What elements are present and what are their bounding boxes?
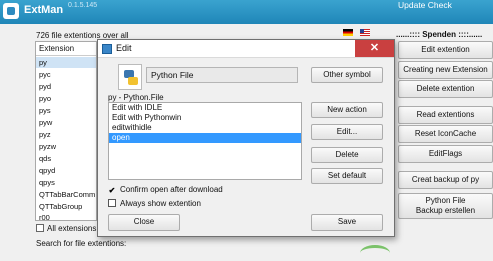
all-extensions-checkbox[interactable]: All extensions c xyxy=(36,224,103,233)
checkbox-box[interactable] xyxy=(36,224,44,232)
action-item-selected[interactable]: open xyxy=(109,133,301,143)
list-item[interactable]: pyz xyxy=(36,129,96,140)
checkmark-icon[interactable]: ✔ xyxy=(108,187,116,195)
list-item[interactable]: pyo xyxy=(36,93,96,104)
list-item[interactable]: py xyxy=(36,57,96,68)
actions-list[interactable]: Edit with IDLE Edit with Pythonwin editw… xyxy=(108,102,302,180)
save-button[interactable]: Save xyxy=(311,214,383,231)
extension-list[interactable]: Extension py pyc pyd pyo pys pyw pyz pyz… xyxy=(35,41,97,221)
new-action-button[interactable]: New action xyxy=(311,102,383,118)
list-item[interactable]: QTTabGroup xyxy=(36,201,96,212)
list-item[interactable]: pyw xyxy=(36,117,96,128)
dialog-title-bar: Edit ✕ xyxy=(98,40,394,58)
always-show-checkbox[interactable]: Always show extention xyxy=(108,199,201,208)
edit-dialog: Edit ✕ Python File Other symbol py - Pyt… xyxy=(97,39,395,237)
close-icon[interactable]: ✕ xyxy=(355,40,394,57)
list-item[interactable]: pyc xyxy=(36,69,96,80)
action-item[interactable]: Edit with Pythonwin xyxy=(109,113,301,123)
all-extensions-label: All extensions c xyxy=(47,224,103,233)
confirm-open-label: Confirm open after download xyxy=(120,185,223,194)
column-header-extension[interactable]: Extension xyxy=(36,42,96,56)
python-file-icon xyxy=(118,64,142,90)
list-item[interactable]: QTTabBarComm xyxy=(36,189,96,200)
donate-label[interactable]: ......:::: Spenden ::::...... xyxy=(396,30,493,39)
create-backup-button[interactable]: Creat backup of py xyxy=(398,171,493,189)
decorative-green-arc xyxy=(360,245,390,261)
create-extension-button[interactable]: Creating new Extension xyxy=(398,61,493,79)
delete-action-button[interactable]: Delete xyxy=(311,147,383,163)
action-item[interactable]: editwithidle xyxy=(109,123,301,133)
backup-erstellen-button[interactable]: Python File Backup erstellen xyxy=(398,193,493,219)
search-label: Search for file extentions: xyxy=(36,239,127,248)
list-item[interactable]: qds xyxy=(36,153,96,164)
list-item[interactable]: pys xyxy=(36,105,96,116)
list-item[interactable]: qpys xyxy=(36,177,96,188)
action-item[interactable]: Edit with IDLE xyxy=(109,103,301,113)
app-logo-icon xyxy=(3,3,19,19)
backup-line-2: Backup erstellen xyxy=(415,206,476,215)
edit-extention-button[interactable]: Edit extention xyxy=(398,41,493,59)
list-item[interactable]: pyd xyxy=(36,81,96,92)
file-type-name-field[interactable]: Python File xyxy=(146,67,298,83)
always-show-label: Always show extention xyxy=(120,199,201,208)
association-label: py - Python.File xyxy=(108,93,164,102)
us-flag-icon[interactable] xyxy=(360,29,370,36)
reset-iconcache-button[interactable]: Reset IconCache xyxy=(398,125,493,143)
set-default-button[interactable]: Set default xyxy=(311,168,383,184)
checkbox-box[interactable] xyxy=(108,199,116,207)
window-icon xyxy=(102,44,112,54)
list-item[interactable]: pyzw xyxy=(36,141,96,152)
editflags-button[interactable]: EditFlags xyxy=(398,145,493,163)
backup-line-1: Python File xyxy=(425,196,466,205)
close-button[interactable]: Close xyxy=(108,214,180,231)
dialog-title: Edit xyxy=(116,43,132,53)
delete-extention-button[interactable]: Delete extention xyxy=(398,80,493,98)
list-item[interactable]: r00 xyxy=(36,212,96,220)
app-version: 0.1.5.145 xyxy=(68,2,98,9)
edit-action-button[interactable]: Edit... xyxy=(311,124,383,140)
app-title-bar: ExtMan 0.1.5.145 Update Check xyxy=(0,0,493,24)
update-check-link[interactable]: Update Check xyxy=(398,0,452,10)
list-item[interactable]: qpyd xyxy=(36,165,96,176)
other-symbol-button[interactable]: Other symbol xyxy=(311,67,383,83)
read-extentions-button[interactable]: Read extentions xyxy=(398,106,493,124)
confirm-open-checkbox[interactable]: ✔ Confirm open after download xyxy=(108,185,223,195)
german-flag-icon[interactable] xyxy=(343,29,353,36)
app-title: ExtMan xyxy=(24,4,64,16)
